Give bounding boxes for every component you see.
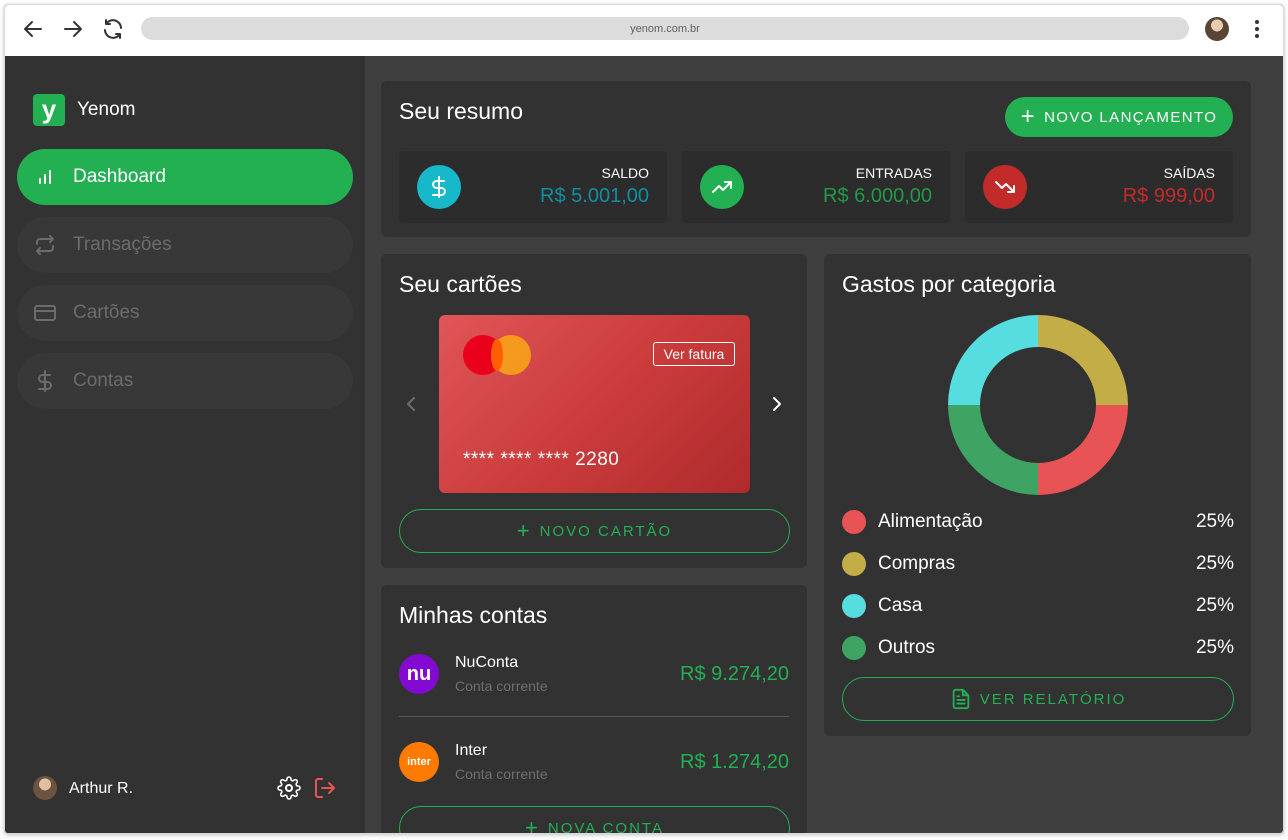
legend-dot (842, 552, 866, 576)
stat-value: R$ 5.001,00 (540, 185, 649, 207)
app-window: yenom.com.br y Yenom Dashboard Transaçõe… (4, 4, 1284, 834)
sidebar-item-label: Cartões (73, 302, 140, 323)
legend-label: Alimentação (878, 511, 983, 532)
donut-slice-alimentacao (1038, 405, 1128, 495)
legend-label: Compras (878, 553, 956, 574)
stat-label: SAÍDAS (1163, 165, 1215, 181)
view-report-label: VER RELATÓRIO (979, 690, 1127, 708)
legend-percent: 25% (1195, 637, 1234, 658)
sidebar-item-contas[interactable]: Contas (17, 353, 353, 409)
cards-title: Seu cartões (399, 271, 522, 297)
stat-saldo: SALDO R$ 5.001,00 (399, 151, 667, 223)
browser-profile-avatar[interactable] (1205, 17, 1229, 41)
new-account-button[interactable]: + NOVA CONTA (399, 806, 790, 834)
browser-toolbar: yenom.com.br (5, 5, 1283, 56)
account-value: R$ 1.274,20 (680, 751, 789, 773)
address-bar[interactable]: yenom.com.br (141, 17, 1189, 40)
accounts-title: Minhas contas (399, 602, 548, 628)
dollar-icon (417, 165, 461, 209)
cards-card: Seu cartões Ver fatura **** **** **** 22… (381, 254, 807, 568)
sidebar-item-transacoes[interactable]: Transações (17, 217, 353, 273)
sidebar: y Yenom Dashboard Transações Cartões Con… (5, 56, 365, 833)
account-type: Conta corrente (455, 678, 548, 694)
donut-slice-compras (1038, 315, 1128, 405)
document-icon (952, 688, 969, 710)
new-card-label: NOVO CARTÃO (539, 522, 673, 540)
legend-row: Alimentação 25% (842, 509, 1234, 535)
logo-icon: y (33, 94, 65, 126)
stat-entradas: ENTRADAS R$ 6.000,00 (682, 151, 950, 223)
new-account-label: NOVA CONTA (547, 819, 664, 834)
legend-row: Casa 25% (842, 593, 1234, 619)
sidebar-item-label: Contas (73, 370, 134, 391)
logo-letter: y (41, 94, 57, 124)
legend-label: Casa (878, 595, 923, 616)
legend-percent: 25% (1195, 553, 1234, 574)
spending-title: Gastos por categoria (842, 271, 1056, 297)
stat-value: R$ 999,00 (1122, 185, 1215, 207)
legend-percent: 25% (1195, 511, 1234, 532)
more-vertical-icon[interactable] (1245, 17, 1269, 41)
trending-up-icon (700, 165, 744, 209)
spending-card: Gastos por categoria Alimentação 25% Com… (824, 254, 1251, 736)
stat-value: R$ 6.000,00 (823, 185, 932, 207)
credit-card-icon (33, 301, 57, 325)
plus-icon: + (1020, 103, 1037, 130)
donut-slice-outros (948, 405, 1038, 495)
mastercard-overlap (491, 339, 503, 371)
sidebar-item-dashboard[interactable]: Dashboard (17, 149, 353, 205)
view-report-button[interactable]: VER RELATÓRIO (842, 677, 1234, 721)
swap-icon (33, 233, 57, 257)
stat-label: SALDO (601, 165, 649, 181)
reload-icon[interactable] (101, 17, 125, 41)
stat-label: ENTRADAS (855, 165, 932, 181)
logout-icon[interactable] (313, 776, 337, 800)
legend-dot (842, 510, 866, 534)
account-name: NuConta (455, 654, 519, 671)
sidebar-item-label: Transações (73, 234, 172, 255)
credit-card[interactable]: Ver fatura **** **** **** 2280 (439, 315, 750, 493)
new-transaction-button[interactable]: + NOVO LANÇAMENTO (1005, 97, 1233, 137)
trending-down-icon (983, 165, 1027, 209)
summary-card: Seu resumo + NOVO LANÇAMENTO SALDO R$ 5.… (381, 81, 1251, 237)
account-type: Conta corrente (455, 766, 548, 782)
plus-icon: + (516, 518, 532, 543)
user-name: Arthur R. (69, 780, 134, 797)
chevron-right-icon[interactable] (765, 392, 789, 416)
legend-dot (842, 594, 866, 618)
inter-logo-icon: inter (399, 742, 439, 782)
inter-logo-text: inter (407, 756, 431, 768)
back-arrow-icon[interactable] (21, 17, 45, 41)
legend-label: Outros (878, 637, 936, 658)
forward-arrow-icon[interactable] (61, 17, 85, 41)
legend-percent: 25% (1195, 595, 1234, 616)
nubank-logo-icon: nu (399, 654, 439, 694)
account-value: R$ 9.274,20 (680, 663, 789, 685)
dollar-icon (33, 369, 57, 393)
plus-icon: + (525, 815, 540, 834)
chevron-left-icon[interactable] (399, 392, 423, 416)
sidebar-item-cartoes[interactable]: Cartões (17, 285, 353, 341)
new-transaction-label: NOVO LANÇAMENTO (1044, 108, 1218, 126)
legend-row: Compras 25% (842, 551, 1234, 577)
stat-saidas: SAÍDAS R$ 999,00 (965, 151, 1233, 223)
accounts-card: Minhas contas nu NuConta Conta corrente … (381, 585, 807, 834)
divider (399, 716, 789, 717)
summary-title: Seu resumo (399, 98, 524, 124)
view-invoice-button[interactable]: Ver fatura (653, 342, 735, 366)
legend-row: Outros 25% (842, 635, 1234, 661)
bar-chart-icon (33, 165, 57, 189)
new-card-button[interactable]: + NOVO CARTÃO (399, 509, 790, 553)
url-text: yenom.com.br (630, 22, 700, 35)
sidebar-item-label: Dashboard (73, 166, 166, 187)
app-name: Yenom (77, 99, 136, 120)
donut-chart (948, 315, 1128, 495)
nubank-logo-text: nu (406, 662, 432, 685)
card-number: **** **** **** 2280 (463, 449, 620, 470)
gear-icon[interactable] (277, 776, 301, 800)
legend-dot (842, 636, 866, 660)
account-name: Inter (455, 742, 488, 759)
donut-slice-casa (948, 315, 1038, 405)
avatar[interactable] (33, 776, 57, 800)
